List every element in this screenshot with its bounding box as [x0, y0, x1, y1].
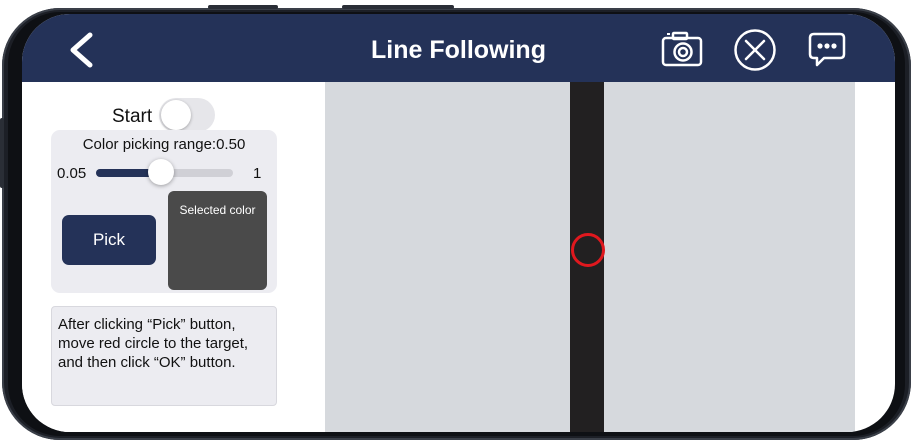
pick-button[interactable]: Pick	[62, 215, 156, 265]
camera-switch-icon[interactable]	[660, 30, 704, 68]
slider-min-label: 0.05	[57, 165, 87, 182]
slider-max-label: 1	[253, 165, 262, 182]
start-label: Start	[112, 106, 153, 127]
range-label: Color picking range:0.50	[82, 136, 246, 153]
target-circle[interactable]	[571, 233, 605, 267]
slider-thumb[interactable]	[148, 159, 174, 185]
instructions-text: After clicking “Pick” button, move red c…	[51, 306, 277, 406]
start-toggle[interactable]	[159, 98, 215, 132]
range-slider[interactable]	[96, 159, 233, 185]
toggle-knob	[161, 100, 191, 130]
selected-color-label: Selected color	[179, 203, 256, 217]
selected-color-swatch: Selected color	[168, 191, 267, 290]
app-screen: Line Following Start Color picking range…	[22, 14, 895, 432]
top-bar: Line Following	[22, 14, 895, 82]
camera-preview[interactable]	[325, 82, 855, 432]
control-panel: Start Color picking range:0.50 0.05 1 Pi…	[22, 82, 325, 432]
chat-bubble-icon[interactable]	[807, 31, 847, 71]
power-button	[0, 118, 4, 188]
color-picking-card: Color picking range:0.50 0.05 1 Pick Sel…	[51, 130, 277, 293]
volume-button	[208, 5, 278, 9]
mute-button	[342, 5, 454, 9]
close-circle-icon[interactable]	[733, 28, 777, 72]
